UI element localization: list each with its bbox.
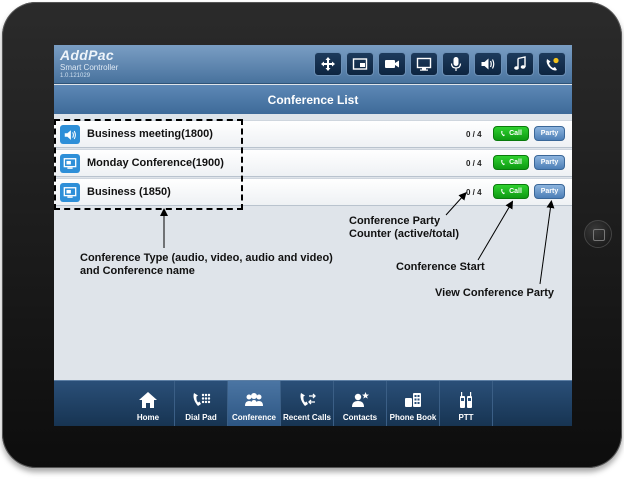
nav-dial-pad[interactable]: Dial Pad — [175, 381, 228, 426]
phone-icon — [501, 130, 505, 137]
app-screen: AddPac Smart Controller 1.0.121029 Confe… — [54, 45, 572, 426]
nav-conference-label: Conference — [231, 413, 276, 422]
view-party-annotation: View Conference Party — [435, 287, 555, 299]
nav-recent-calls[interactable]: Recent Calls — [281, 381, 334, 426]
move-button[interactable] — [314, 52, 342, 76]
contacts-icon — [352, 392, 369, 407]
presentation-button[interactable] — [346, 52, 374, 76]
dialpad-icon — [193, 393, 211, 406]
party-button[interactable]: Party — [534, 126, 565, 141]
camera-icon — [385, 60, 399, 68]
call-button[interactable]: Call — [493, 126, 529, 141]
nav-phone-book-label: Phone Book — [389, 413, 437, 422]
phone-icon — [501, 159, 505, 166]
conference-type-annotation: Conference Type (audio, video, audio and… — [80, 252, 333, 278]
call-status-button[interactable] — [538, 52, 566, 76]
call-button-label: Call — [509, 188, 522, 195]
brand: AddPac Smart Controller 1.0.121029 — [60, 48, 118, 80]
nav-ptt-label: PTT — [458, 413, 474, 422]
music-button[interactable] — [506, 52, 534, 76]
nav-contacts[interactable]: Contacts — [334, 381, 387, 426]
call-button-label: Call — [509, 159, 522, 166]
brand-name: AddPac — [60, 47, 114, 63]
phonebook-icon — [405, 393, 421, 407]
party-button[interactable]: Party — [534, 155, 565, 170]
ptt-icon — [460, 392, 472, 408]
camera-button[interactable] — [378, 52, 406, 76]
app-header: AddPac Smart Controller 1.0.121029 — [54, 45, 572, 84]
call-button[interactable]: Call — [493, 184, 529, 199]
nav-ptt[interactable]: PTT — [440, 381, 493, 426]
home-icon — [139, 392, 157, 408]
nav-home[interactable]: Home — [122, 381, 175, 426]
bottom-nav: Home Dial Pad Conference Recent Calls Co… — [54, 380, 572, 426]
party-counter: 0 / 4 — [466, 188, 482, 197]
monitor-button[interactable] — [410, 52, 438, 76]
party-counter-annotation-line2: Counter (active/total) — [349, 228, 460, 240]
call-button-label: Call — [509, 130, 522, 137]
call-button[interactable]: Call — [493, 155, 529, 170]
home-hardware-button[interactable] — [584, 220, 612, 248]
party-arrow — [539, 200, 555, 285]
nav-home-label: Home — [136, 413, 160, 422]
stage: AddPac Smart Controller 1.0.121029 Confe… — [0, 0, 624, 484]
microphone-icon — [450, 57, 462, 71]
party-counter: 0 / 4 — [466, 159, 482, 168]
toolbar — [314, 52, 566, 76]
nav-dial-pad-label: Dial Pad — [185, 413, 217, 422]
party-button[interactable]: Party — [534, 184, 565, 199]
party-counter-annotation-line1: Conference Party — [349, 215, 441, 227]
conference-type-annotation-line2: and Conference name — [80, 265, 195, 277]
call-status-icon — [546, 57, 559, 71]
conference-type-annotation-line1: Conference Type (audio, video, audio and… — [80, 252, 333, 264]
bottom-nav-items: Home Dial Pad Conference Recent Calls Co… — [122, 381, 493, 426]
conference-start-annotation: Conference Start — [396, 261, 485, 273]
nav-contacts-label: Contacts — [342, 413, 378, 422]
conference-icon — [245, 393, 263, 406]
phone-icon — [501, 188, 505, 195]
party-counter-annotation: Conference Party Counter (active/total) — [349, 215, 459, 241]
microphone-button[interactable] — [442, 52, 470, 76]
nav-recent-calls-label: Recent Calls — [282, 413, 332, 422]
presentation-icon — [352, 58, 368, 70]
monitor-icon — [416, 57, 432, 71]
speaker-icon — [481, 58, 495, 70]
speaker-button[interactable] — [474, 52, 502, 76]
music-icon — [514, 56, 526, 70]
nav-phone-book[interactable]: Phone Book — [387, 381, 440, 426]
page-title: Conference List — [54, 85, 572, 114]
annotation-dashed-box — [54, 119, 243, 210]
recent-calls-icon — [300, 393, 316, 406]
move-icon — [321, 57, 335, 71]
brand-version: 1.0.121029 — [60, 73, 91, 79]
nav-conference[interactable]: Conference — [228, 381, 281, 426]
start-arrow — [477, 200, 514, 261]
brand-subtitle: Smart Controller — [60, 63, 119, 72]
party-counter: 0 / 4 — [466, 130, 482, 139]
